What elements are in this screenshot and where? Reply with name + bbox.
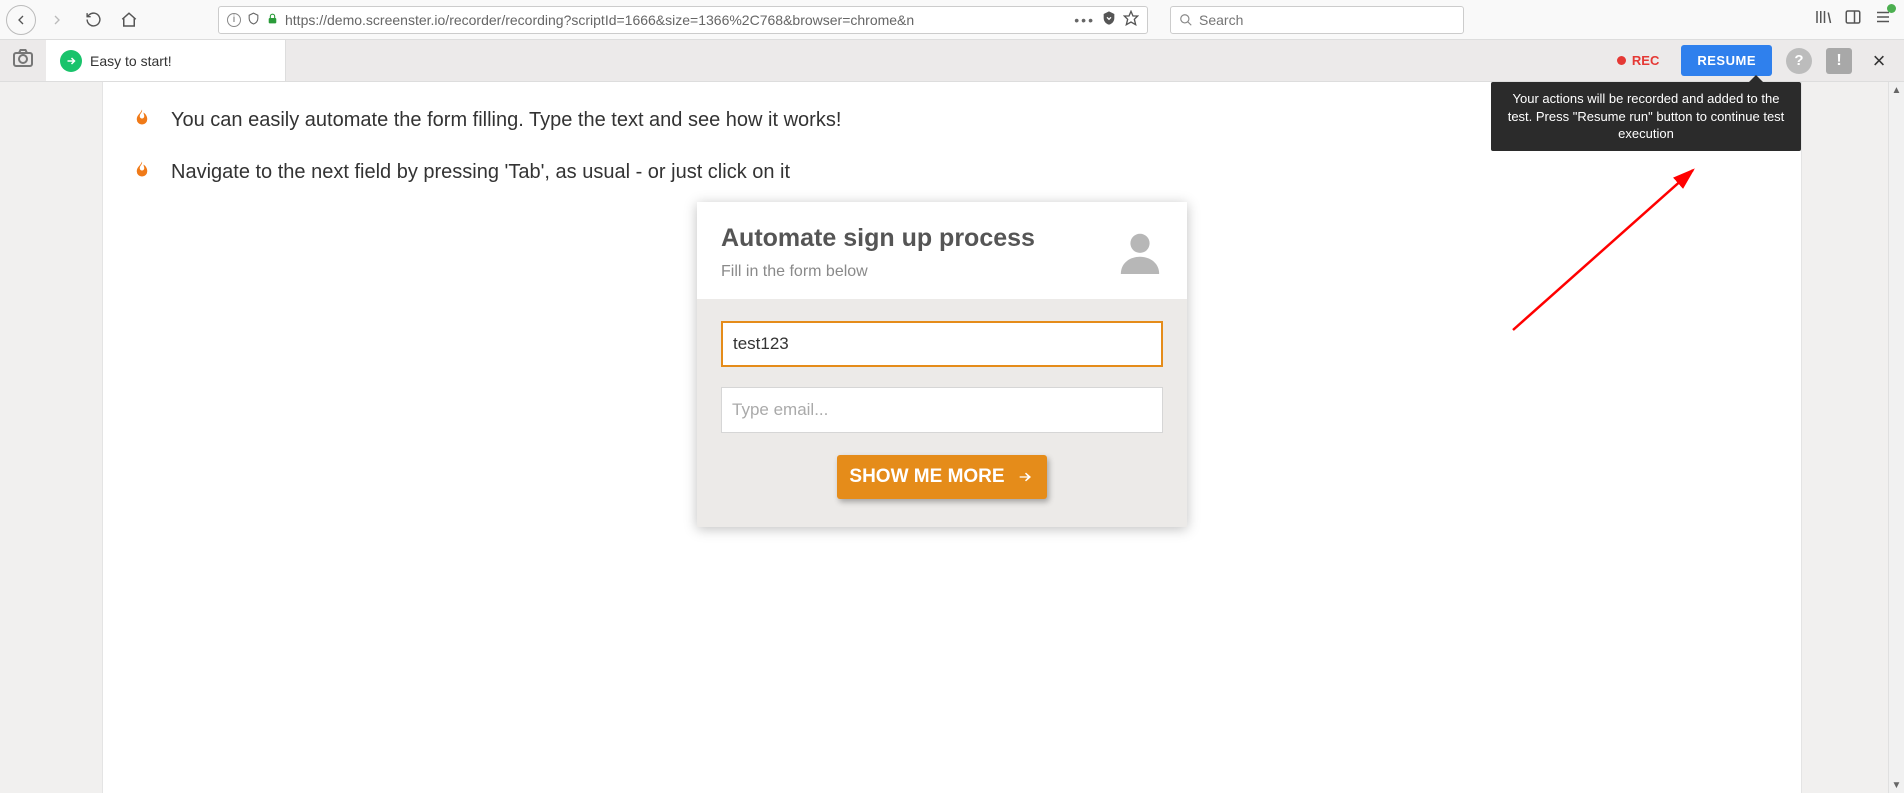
url-text: https://demo.screenster.io/recorder/reco… xyxy=(285,12,1068,28)
screenshot-tool-icon[interactable] xyxy=(0,40,46,81)
resume-button[interactable]: RESUME xyxy=(1681,45,1772,76)
close-button[interactable]: × xyxy=(1866,48,1892,74)
resume-tooltip: Your actions will be recorded and added … xyxy=(1491,82,1801,151)
signup-card: Automate sign up process Fill in the for… xyxy=(697,202,1187,527)
card-body: SHOW ME MORE xyxy=(697,299,1187,527)
menu-icon[interactable] xyxy=(1874,8,1892,31)
info-icon: i xyxy=(227,13,241,27)
search-icon xyxy=(1179,13,1193,27)
vertical-scrollbar[interactable]: ▲ ▼ xyxy=(1888,82,1904,793)
page-tab[interactable]: Easy to start! xyxy=(46,40,286,81)
close-icon: × xyxy=(1873,48,1886,73)
content-panel: You can easily automate the form filling… xyxy=(102,82,1802,793)
search-bar[interactable] xyxy=(1170,6,1464,34)
address-bar[interactable]: i https://demo.screenster.io/recorder/re… xyxy=(218,6,1148,34)
tip-row: Navigate to the next field by pressing '… xyxy=(133,158,1771,186)
help-button[interactable]: ? xyxy=(1786,48,1812,74)
avatar-icon xyxy=(1117,228,1163,274)
card-header: Automate sign up process Fill in the for… xyxy=(697,202,1187,299)
alert-icon: ! xyxy=(1836,52,1841,70)
tab-arrow-icon xyxy=(60,50,82,72)
flame-icon xyxy=(133,106,151,134)
annotation-arrow xyxy=(1503,160,1743,340)
lock-icon xyxy=(266,12,279,28)
card-title: Automate sign up process xyxy=(721,224,1035,253)
rec-dot-icon xyxy=(1617,56,1626,65)
card-subtitle: Fill in the form below xyxy=(721,263,1035,281)
rec-label: REC xyxy=(1632,53,1659,68)
email-input[interactable] xyxy=(721,387,1163,433)
alert-button[interactable]: ! xyxy=(1826,48,1852,74)
help-icon: ? xyxy=(1794,52,1803,69)
scroll-up-icon[interactable]: ▲ xyxy=(1889,82,1904,98)
pocket-icon[interactable] xyxy=(1101,10,1117,29)
recorder-toolbar: Easy to start! REC RESUME ? ! × xyxy=(0,40,1904,82)
page-area: You can easily automate the form filling… xyxy=(0,82,1904,793)
tab-label: Easy to start! xyxy=(90,53,172,69)
show-me-more-button[interactable]: SHOW ME MORE xyxy=(837,455,1047,499)
scroll-track[interactable] xyxy=(1889,98,1904,777)
flame-icon xyxy=(133,158,151,186)
home-button[interactable] xyxy=(114,5,144,35)
search-input[interactable] xyxy=(1199,12,1455,28)
library-icon[interactable] xyxy=(1814,8,1832,31)
sidebar-icon[interactable] xyxy=(1844,8,1862,31)
name-input[interactable] xyxy=(721,321,1163,367)
tip-text: You can easily automate the form filling… xyxy=(171,109,841,132)
arrow-right-icon xyxy=(1015,469,1035,485)
more-icon[interactable]: ••• xyxy=(1074,12,1095,28)
reload-button[interactable] xyxy=(78,5,108,35)
tip-text: Navigate to the next field by pressing '… xyxy=(171,161,790,184)
shield-icon xyxy=(247,12,260,28)
scroll-down-icon[interactable]: ▼ xyxy=(1889,777,1904,793)
rec-indicator[interactable]: REC xyxy=(1609,53,1667,68)
show-button-label: SHOW ME MORE xyxy=(849,466,1004,488)
browser-chrome-bar: i https://demo.screenster.io/recorder/re… xyxy=(0,0,1904,40)
forward-button[interactable] xyxy=(42,5,72,35)
back-button[interactable] xyxy=(6,5,36,35)
bookmark-star-icon[interactable] xyxy=(1123,10,1139,29)
tooltip-text: Your actions will be recorded and added … xyxy=(1508,91,1785,141)
chrome-right-icons xyxy=(1814,8,1898,31)
resume-label: RESUME xyxy=(1697,53,1756,68)
